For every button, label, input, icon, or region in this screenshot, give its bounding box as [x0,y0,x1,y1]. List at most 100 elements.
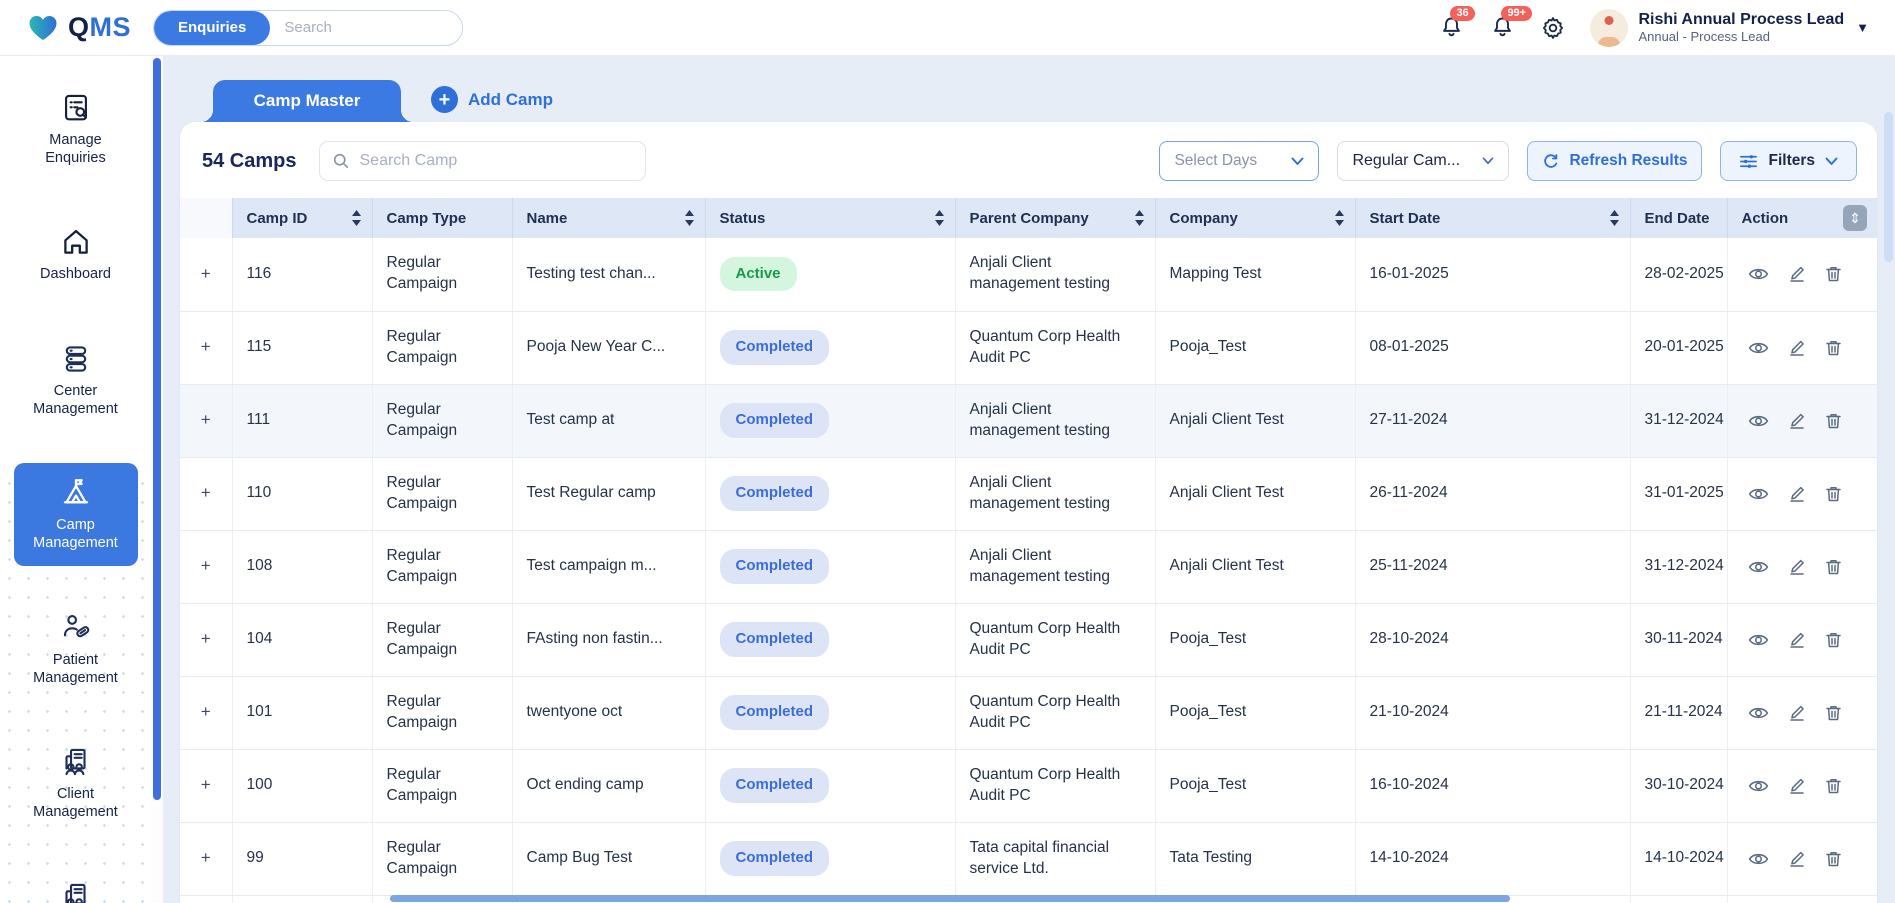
sidebar-item-dashboard[interactable]: Dashboard [14,212,138,297]
cell-camp-id: 101 [232,676,372,749]
row-expand-button[interactable]: + [180,603,232,676]
edit-button[interactable] [1788,265,1806,283]
row-expand-button[interactable]: + [180,238,232,311]
cell-parent-company: Tata capital financial service Ltd. [955,822,1155,895]
horizontal-scrollbar-thumb[interactable] [390,895,1510,902]
add-camp-label: Add Camp [468,90,553,110]
sidebar-item-camp-management[interactable]: Camp Management [14,463,138,565]
delete-button[interactable] [1825,412,1842,430]
edit-button[interactable] [1788,631,1806,649]
delete-button[interactable] [1825,631,1842,649]
delete-button[interactable] [1825,777,1842,795]
eye-icon [1748,558,1769,576]
cell-action [1727,238,1877,311]
view-button[interactable] [1748,558,1769,576]
notifications-bell-2[interactable]: 99+ [1489,14,1516,41]
row-expand-button[interactable]: + [180,311,232,384]
col-action: Action⇕ [1727,198,1877,238]
cell-action [1727,457,1877,530]
edit-button[interactable] [1788,558,1806,576]
edit-button[interactable] [1788,485,1806,503]
user-role: Annual - Process Lead [1638,29,1844,44]
refresh-results-button[interactable]: Refresh Results [1527,141,1702,181]
view-button[interactable] [1748,777,1769,795]
delete-button[interactable] [1825,850,1842,868]
filters-button[interactable]: Filters [1720,141,1857,181]
col-name[interactable]: Name [512,198,705,238]
row-expand-button[interactable]: + [180,457,232,530]
view-button[interactable] [1748,704,1769,722]
edit-button[interactable] [1788,339,1806,357]
column-resize-button[interactable]: ⇕ [1843,205,1867,231]
camp-search-input[interactable] [360,152,633,170]
cell-name: Test camp at [512,384,705,457]
row-expand-button[interactable]: + [180,822,232,895]
view-button[interactable] [1748,631,1769,649]
status-badge: Completed [720,476,830,510]
view-button[interactable] [1748,485,1769,503]
view-button[interactable] [1748,850,1769,868]
status-badge: Completed [720,403,830,437]
pencil-icon [1788,704,1806,722]
delete-button[interactable] [1825,704,1842,722]
sort-icon[interactable] [1334,210,1345,226]
sidebar-item-manage-enquiries[interactable]: Manage Enquiries [14,78,138,180]
sort-icon[interactable] [684,210,695,226]
user-menu[interactable]: Rishi Annual Process Lead Annual - Proce… [1590,9,1869,47]
refresh-icon [1542,153,1559,170]
delete-button[interactable] [1825,265,1842,283]
col-parent-company[interactable]: Parent Company [955,198,1155,238]
sidebar-scrollbar-thumb[interactable] [153,58,161,800]
view-button[interactable] [1748,265,1769,283]
page-scrollbar-thumb[interactable] [1884,112,1893,262]
col-camp-id[interactable]: Camp ID [232,198,372,238]
edit-button[interactable] [1788,777,1806,795]
enquiries-button[interactable]: Enquiries [154,11,270,45]
col-company[interactable]: Company [1155,198,1355,238]
add-camp-button[interactable]: + Add Camp [431,86,553,113]
delete-button[interactable] [1825,558,1842,576]
cell-start-date: 26-11-2024 [1355,457,1630,530]
edit-button[interactable] [1788,704,1806,722]
sort-icon[interactable] [934,210,945,226]
sort-icon[interactable] [1609,210,1620,226]
sidebar-item-label: Dashboard [40,266,111,284]
global-search-input[interactable] [270,19,463,36]
table-row: + 104 Regular Campaign FAsting non fasti… [180,603,1877,676]
delete-button[interactable] [1825,339,1842,357]
sidebar-item-center-management[interactable]: Center Management [14,329,138,431]
sidebar-item-reports[interactable]: Reports [14,867,138,903]
sidebar-item-client-management[interactable]: Client Management [14,732,138,834]
app-header: QMS Enquiries 36 99+ [0,0,1895,56]
row-expand-button[interactable]: + [180,384,232,457]
settings-gear-icon[interactable] [1540,15,1566,41]
trash-icon [1825,412,1842,430]
col-start-date[interactable]: Start Date [1355,198,1630,238]
table-header-row: Camp ID Camp Type Name Status Parent Com… [180,198,1877,238]
view-button[interactable] [1748,339,1769,357]
row-expand-button[interactable]: + [180,676,232,749]
row-expand-button[interactable]: + [180,749,232,822]
sort-icon[interactable] [1134,210,1145,226]
cell-company: Anjali Client Test [1155,384,1355,457]
row-expand-button[interactable] [180,895,232,903]
cell-start-date: 16-10-2024 [1355,749,1630,822]
eye-icon [1748,850,1769,868]
sidebar-item-patient-management[interactable]: Patient Management [14,598,138,700]
edit-button[interactable] [1788,412,1806,430]
row-expand-button[interactable]: + [180,530,232,603]
col-status[interactable]: Status [705,198,955,238]
cell-end-date: 14-10-2024 [1630,822,1727,895]
select-days-dropdown[interactable]: Select Days [1159,141,1319,181]
camp-type-dropdown[interactable]: Regular Cam... [1337,141,1509,181]
status-badge: Completed [720,768,830,802]
cell-parent-company: Quantum Corp Health Audit PC [955,603,1155,676]
sort-icon[interactable] [351,210,362,226]
delete-button[interactable] [1825,485,1842,503]
tab-camp-master[interactable]: Camp Master [213,80,401,122]
edit-button[interactable] [1788,850,1806,868]
notifications-bell-1[interactable]: 36 [1438,14,1465,41]
cell-parent-company: Quantum Corp Health Audit PC [955,749,1155,822]
view-button[interactable] [1748,412,1769,430]
cell-camp-type: Regular Campaign [372,822,512,895]
